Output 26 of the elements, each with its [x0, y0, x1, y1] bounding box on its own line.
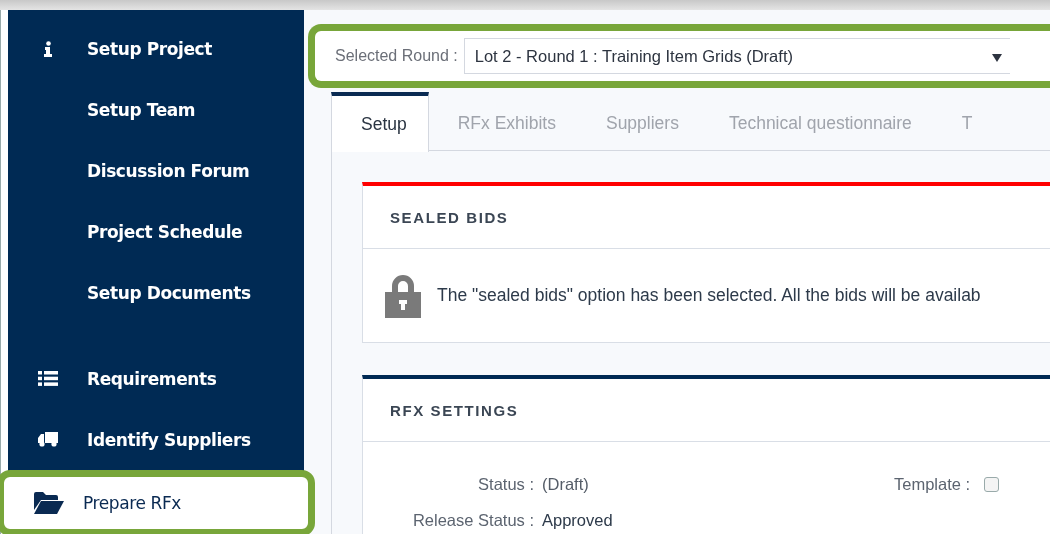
field-label: Status : — [477, 474, 534, 494]
info-icon — [43, 40, 52, 57]
folder-icon — [34, 492, 64, 514]
card-title: SEALED BIDS — [363, 186, 1050, 249]
caret-icon — [991, 53, 1002, 62]
checkbox[interactable] — [984, 476, 1000, 492]
round-dropdown[interactable]: Lot 2 - Round 1 : Training Item Grids (Draft) — [463, 38, 1010, 74]
sidebar-item[interactable]: Prepare RFx — [0, 470, 315, 534]
field-value: Approved — [542, 510, 614, 530]
sidebar-item[interactable]: Discussion Forum — [8, 140, 304, 201]
round-label: Selected Round : — [335, 47, 458, 65]
sidebar-item[interactable]: Setup Documents — [8, 262, 304, 323]
field-label: Template : — [894, 474, 971, 494]
sidebar-item[interactable]: Requirements — [8, 348, 304, 409]
tab[interactable]: Setup — [331, 92, 429, 152]
sidebar-item[interactable]: Project Schedule — [8, 201, 304, 262]
sidebar-item[interactable]: Setup Team — [8, 79, 304, 140]
lock-icon — [385, 273, 421, 318]
notice-text: The "sealed bids" option has been selected. All the bids will be availab — [437, 285, 981, 306]
sidebar-item[interactable]: Identify Suppliers — [8, 409, 304, 470]
truck-icon — [37, 432, 58, 447]
card-title: RFX SETTINGS — [363, 379, 1050, 442]
field-value: (Draft) — [542, 474, 590, 494]
field-label: Release Status : — [411, 510, 534, 530]
list-icon — [37, 371, 58, 386]
sidebar-item[interactable]: Setup Project — [8, 18, 304, 79]
